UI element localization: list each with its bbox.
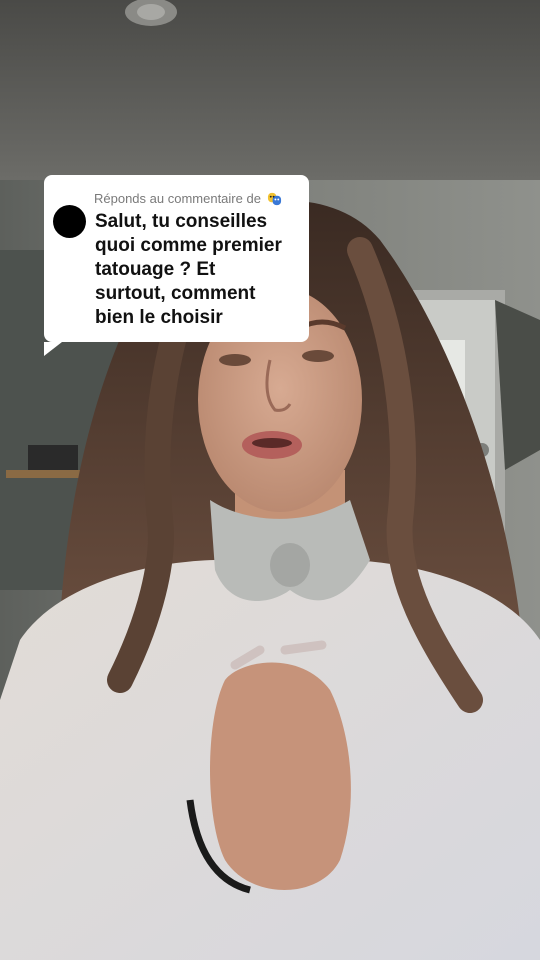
reply-header-text: Réponds au commentaire de — [94, 191, 261, 206]
comment-reply-sticker[interactable]: Réponds au commentaire de Salut, tu cons… — [44, 175, 309, 356]
commenter-avatar[interactable] — [53, 205, 86, 238]
performing-arts-emoji-icon — [267, 192, 281, 206]
video-background — [0, 0, 540, 960]
bubble-tail — [44, 342, 62, 356]
reply-header: Réponds au commentaire de — [94, 191, 282, 206]
video-frame[interactable]: Réponds au commentaire de Salut, tu cons… — [0, 0, 540, 960]
comment-text: Salut, tu conseilles quoi comme premier … — [95, 211, 282, 328]
